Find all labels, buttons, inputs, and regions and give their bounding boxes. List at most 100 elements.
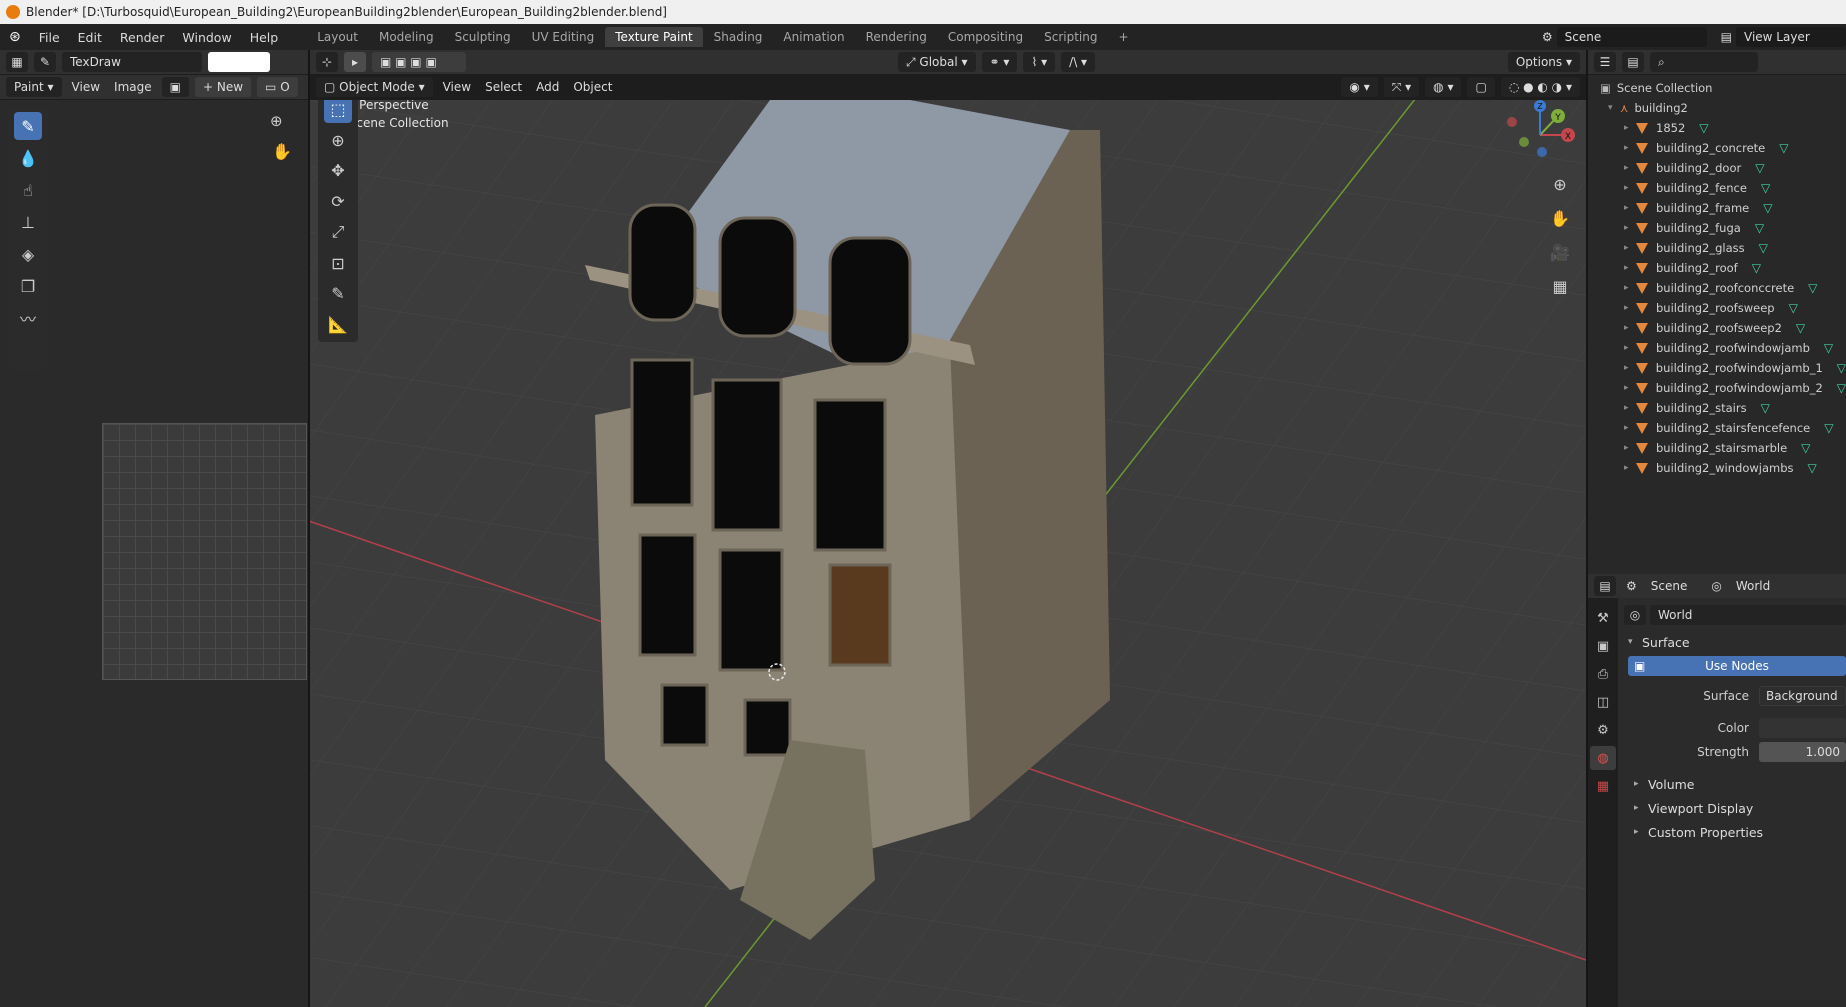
brush-icon[interactable]: ✎ [34,52,56,72]
gizmo-toggle-icon[interactable]: ⤧ ▾ [1383,77,1420,97]
tab-rendering[interactable]: Rendering [856,27,937,47]
editor-type-icon[interactable]: ▦ [6,52,28,72]
outliner-object-row[interactable]: ▸ building2_stairsfencefence ▽ [1596,418,1846,438]
tab-animation[interactable]: Animation [773,27,854,47]
surface-section-header[interactable]: ▾ Surface [1624,630,1846,654]
gizmo-neg-z-icon[interactable] [1537,147,1547,157]
menu-render[interactable]: Render [111,30,174,45]
overlay-toggle-icon[interactable]: ◍ ▾ [1425,77,1462,97]
expand-arrow-icon[interactable]: ▸ [1624,423,1636,433]
outliner-object-row[interactable]: ▸ building2_roofwindowjamb ▽ [1596,338,1846,358]
tab-shading[interactable]: Shading [704,27,773,47]
view-layer-selector[interactable]: View Layer [1736,27,1846,47]
expand-arrow-icon[interactable]: ▸ [1624,283,1636,293]
scene-icon[interactable]: ⚙ [1538,30,1557,44]
mesh-data-icon[interactable]: ▽ [1808,461,1817,475]
viewport-3d[interactable]: User Perspective (1) Scene Collection ⬚ … [310,100,1586,1007]
pivot-icon[interactable]: ⚭ ▾ [981,52,1018,72]
expand-arrow-icon[interactable]: ▸ [1624,343,1636,353]
texture-tab-icon[interactable]: ▦ [1590,774,1616,798]
select-tool-icon[interactable]: ▸ [344,52,366,72]
camera-view-icon[interactable]: 🎥 [1546,238,1574,266]
xray-icon[interactable]: ▢ [1467,77,1495,97]
mesh-data-icon[interactable]: ▽ [1763,201,1772,215]
mesh-data-icon[interactable]: ▽ [1755,161,1764,175]
outliner-object-row[interactable]: ▸ building2_stairs ▽ [1596,398,1846,418]
collection-building2-row[interactable]: ▾ ⋏ building2 [1596,98,1846,118]
expand-arrow-icon[interactable]: ▸ [1624,403,1636,413]
expand-arrow-icon[interactable]: ▸ [1624,243,1636,253]
tool-tab-icon[interactable]: ⚒ [1590,606,1616,630]
mesh-data-icon[interactable]: ▽ [1759,241,1768,255]
color-swatch[interactable] [1759,718,1846,738]
measure-icon[interactable]: 📐 [324,311,352,338]
world-browse-icon[interactable]: ◎ [1624,605,1646,625]
breadcrumb-scene[interactable]: Scene [1647,579,1692,593]
breadcrumb-world[interactable]: World [1732,579,1774,593]
world-name-field[interactable]: World [1650,605,1846,625]
use-nodes-button[interactable]: ▣ Use Nodes [1628,656,1846,676]
outliner-object-row[interactable]: ▸ building2_roofwindowjamb_2 ▽ [1596,378,1846,398]
mesh-data-icon[interactable]: ▽ [1808,281,1817,295]
viewport-menu-select[interactable]: Select [481,80,526,94]
expand-arrow-icon[interactable]: ▸ [1624,203,1636,213]
strength-field[interactable]: 1.000 [1759,742,1846,762]
expand-arrow-icon[interactable]: ▸ [1624,183,1636,193]
mesh-data-icon[interactable]: ▽ [1824,341,1833,355]
smear-icon[interactable]: ☝ [14,176,42,204]
outliner-object-row[interactable]: ▸ building2_fence ▽ [1596,178,1846,198]
viewport-menu-add[interactable]: Add [532,80,563,94]
menu-view[interactable]: View [68,80,104,94]
open-image-button[interactable]: ▭ O [257,77,298,97]
image-browse-icon[interactable]: ▣ [161,77,189,97]
menu-edit[interactable]: Edit [69,30,111,45]
expand-arrow-icon[interactable]: ▸ [1624,443,1636,453]
brush-name-field[interactable]: TexDraw [62,52,202,72]
volume-section-header[interactable]: ▸ Volume [1624,772,1846,796]
properties-editor-type-icon[interactable]: ▤ [1594,576,1616,596]
scene-selector[interactable]: Scene [1556,27,1707,47]
brush-color-swatch[interactable] [208,52,270,72]
annotate-icon[interactable]: 〰 [14,304,42,332]
mesh-data-icon[interactable]: ▽ [1755,221,1764,235]
mesh-data-icon[interactable]: ▽ [1789,301,1798,315]
expand-arrow-icon[interactable]: ▸ [1624,323,1636,333]
custom-properties-section-header[interactable]: ▸ Custom Properties [1624,820,1846,844]
expand-arrow-icon[interactable]: ▸ [1624,143,1636,153]
outliner-object-row[interactable]: ▸ building2_roof ▽ [1596,258,1846,278]
fill-icon[interactable]: ◈ [14,240,42,268]
transform-icon[interactable]: ⊡ [324,250,352,277]
expand-arrow-icon[interactable]: ▸ [1624,463,1636,473]
tool-settings-icon[interactable]: ⊹ [316,52,338,72]
outliner-object-row[interactable]: ▸ building2_roofconccrete ▽ [1596,278,1846,298]
image-editor-canvas[interactable]: ✎ 💧 ☝ ⊥ ◈ ❐ 〰 ⊕ ✋ [0,100,308,1007]
mesh-data-icon[interactable]: ▽ [1796,321,1805,335]
view-layer-icon[interactable]: ▤ [1717,30,1736,44]
move-icon[interactable]: ✥ [324,158,352,185]
output-tab-icon[interactable]: ⎙ [1590,662,1616,686]
scale-icon[interactable]: ⤢ [324,219,352,246]
annotate-tool-icon[interactable]: ✎ [324,281,352,308]
expand-arrow-icon[interactable]: ▸ [1624,163,1636,173]
outliner-object-row[interactable]: ▸ building2_concrete ▽ [1596,138,1846,158]
tab-scripting[interactable]: Scripting [1034,27,1107,47]
mesh-data-icon[interactable]: ▽ [1779,141,1788,155]
outliner-search-input[interactable]: ⌕ [1650,52,1758,72]
viewport-pan-icon[interactable]: ✋ [1546,204,1574,232]
world-tab-icon[interactable]: ◍ [1590,746,1616,770]
view-layer-tab-icon[interactable]: ◫ [1590,690,1616,714]
gizmo-neg-x-icon[interactable] [1507,117,1517,127]
draw-brush-icon[interactable]: ✎ [14,112,42,140]
expand-arrow-icon[interactable]: ▸ [1624,383,1636,393]
rotate-icon[interactable]: ⟳ [324,188,352,215]
outliner-object-row[interactable]: ▸ building2_roofsweep2 ▽ [1596,318,1846,338]
expand-arrow-icon[interactable]: ▸ [1624,363,1636,373]
cursor-icon[interactable]: ⊕ [324,127,352,154]
menu-help[interactable]: Help [241,30,288,45]
outliner-object-row[interactable]: ▸ building2_roofwindowjamb_1 ▽ [1596,358,1846,378]
outliner-object-row[interactable]: ▸ building2_roofsweep ▽ [1596,298,1846,318]
viewport-menu-view[interactable]: View [439,80,475,94]
outliner-object-row[interactable]: ▸ building2_fuga ▽ [1596,218,1846,238]
display-mode-icon[interactable]: ▤ [1622,52,1644,72]
expand-arrow-icon[interactable]: ▸ [1624,223,1636,233]
